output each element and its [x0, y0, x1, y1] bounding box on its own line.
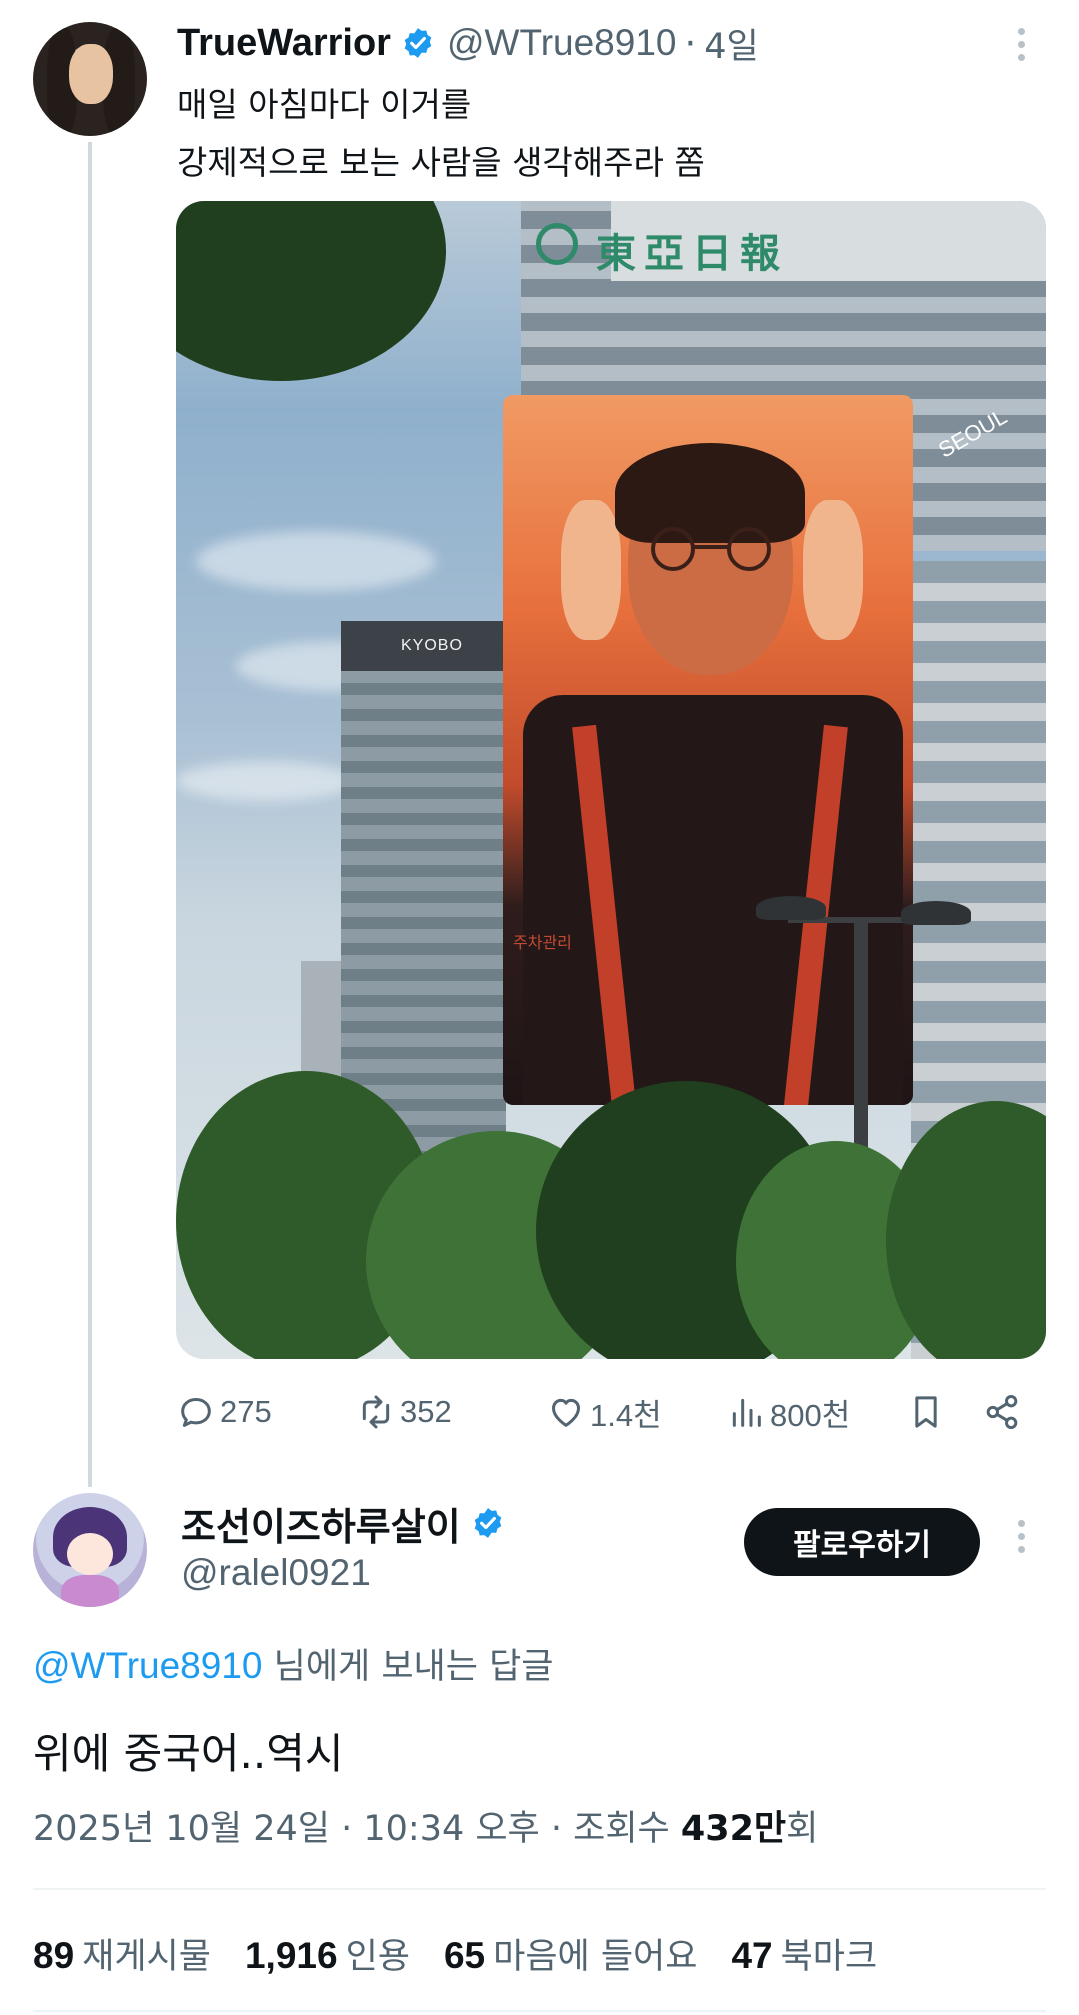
- author-avatar[interactable]: [33, 22, 147, 136]
- quotes-label: 인용: [345, 1936, 410, 1977]
- reply-author-name-row: 조선이즈하루살이: [181, 1495, 505, 1551]
- divider: [33, 1888, 1046, 1890]
- building-sign: 東亞日報: [596, 230, 788, 277]
- tweet-header: TrueWarrior @WTrue8910 · 4일: [177, 18, 759, 68]
- headphone-left: [561, 500, 621, 640]
- likes-count: 65: [443, 1934, 486, 1976]
- reply-author-avatar[interactable]: [33, 1493, 147, 1607]
- reply-text: 위에 중국어..역시: [33, 1729, 344, 1778]
- bookmarks-stat[interactable]: 47 북마크: [731, 1928, 877, 1979]
- thread-line: [88, 142, 92, 1487]
- reply-button[interactable]: 275: [176, 1384, 272, 1440]
- replying-to-mention[interactable]: @WTrue8910: [33, 1645, 263, 1686]
- reply-stats: 89 재게시물 1,916 인용 65 마음에 들어요 47 북마크: [33, 1925, 911, 1981]
- bookmarks-count: 47: [731, 1934, 773, 1976]
- quotes-stat[interactable]: 1,916 인용: [245, 1928, 410, 1979]
- likes-stat[interactable]: 65 마음에 들어요: [444, 1928, 697, 1979]
- retweet-button[interactable]: 352: [356, 1384, 452, 1440]
- replying-to: @WTrue8910 님에게 보내는 답글: [33, 1638, 553, 1689]
- header-separator: ·: [684, 21, 697, 65]
- tweet-text-line1: 매일 아침마다 이거를: [177, 85, 472, 124]
- likes-label: 마음에 들어요: [493, 1936, 698, 1977]
- tweet-text: 매일 아침마다 이거를 강제적으로 보는 사람을 생각해주라 쫌: [177, 76, 705, 192]
- quotes-count: 1,916: [244, 1934, 338, 1976]
- reposts-stat[interactable]: 89 재게시물: [33, 1928, 211, 1979]
- more-icon[interactable]: [1018, 28, 1028, 64]
- bookmark-icon: [915, 1396, 937, 1428]
- reply-meta[interactable]: 2025년 10월 24일 · 10:34 오후 · 조회수 432만회: [33, 1800, 818, 1851]
- replying-to-suffix: 님에게 보내는 답글: [262, 1647, 554, 1687]
- reply-count: 275: [220, 1394, 272, 1429]
- more-icon[interactable]: [1018, 1520, 1028, 1556]
- reply-meta-views: 432만: [680, 1809, 787, 1849]
- share-icon: [986, 1395, 1018, 1429]
- tweet-photo[interactable]: 東亞日報 SEOUL KYOBO 주차관리: [176, 201, 1046, 1359]
- reply-meta-date: 2025년 10월 24일 · 10:34 오후 · 조회수: [33, 1809, 681, 1849]
- like-button[interactable]: 1.4천: [546, 1384, 662, 1440]
- billboard-caption: 주차관리: [513, 933, 572, 952]
- reply-icon: [181, 1398, 211, 1427]
- reply-meta-suffix: 회: [786, 1809, 819, 1849]
- avatar-dress: [61, 1575, 119, 1607]
- divider: [33, 2010, 1046, 2012]
- tweet-actions: 275 352 1.4천 800천: [176, 1384, 1046, 1440]
- views-count: 800천: [770, 1397, 851, 1433]
- verified-icon: [404, 28, 432, 58]
- verified-icon: [474, 1508, 502, 1538]
- share-button[interactable]: [982, 1384, 1026, 1440]
- like-count: 1.4천: [590, 1397, 662, 1433]
- retweet-icon: [362, 1395, 390, 1429]
- avatar-face: [69, 44, 113, 104]
- glasses-icon: [651, 527, 771, 571]
- tree: [176, 201, 446, 381]
- tweet-text-line2: 강제적으로 보는 사람을 생각해주라 쫌: [177, 143, 705, 182]
- tweet-time[interactable]: 4일: [704, 18, 758, 69]
- retweet-count: 352: [400, 1394, 452, 1429]
- newspaper-logo-icon: [536, 223, 578, 265]
- tree: [886, 1101, 1046, 1359]
- like-icon: [552, 1398, 580, 1427]
- avatar-face: [67, 1533, 113, 1575]
- billboard-screen: 주차관리: [503, 395, 913, 1105]
- views-button[interactable]: 800천: [726, 1384, 850, 1440]
- street-lamp-right: [901, 901, 971, 925]
- bookmark-button[interactable]: [906, 1384, 950, 1440]
- reposts-count: 89: [33, 1934, 75, 1976]
- street-lamp-left: [756, 896, 826, 920]
- author-display-name[interactable]: TrueWarrior: [177, 22, 391, 65]
- views-icon: [732, 1398, 761, 1427]
- author-handle[interactable]: @WTrue8910: [447, 22, 677, 64]
- reply-author-handle[interactable]: @ralel0921: [181, 1552, 371, 1594]
- reply-author-display-name[interactable]: 조선이즈하루살이: [181, 1496, 461, 1551]
- follow-button[interactable]: 팔로우하기: [744, 1508, 980, 1576]
- reposts-label: 재게시물: [82, 1936, 211, 1977]
- bookmarks-label: 북마크: [780, 1936, 878, 1977]
- headphone-right: [803, 500, 863, 640]
- kyobo-sign: KYOBO: [401, 637, 463, 654]
